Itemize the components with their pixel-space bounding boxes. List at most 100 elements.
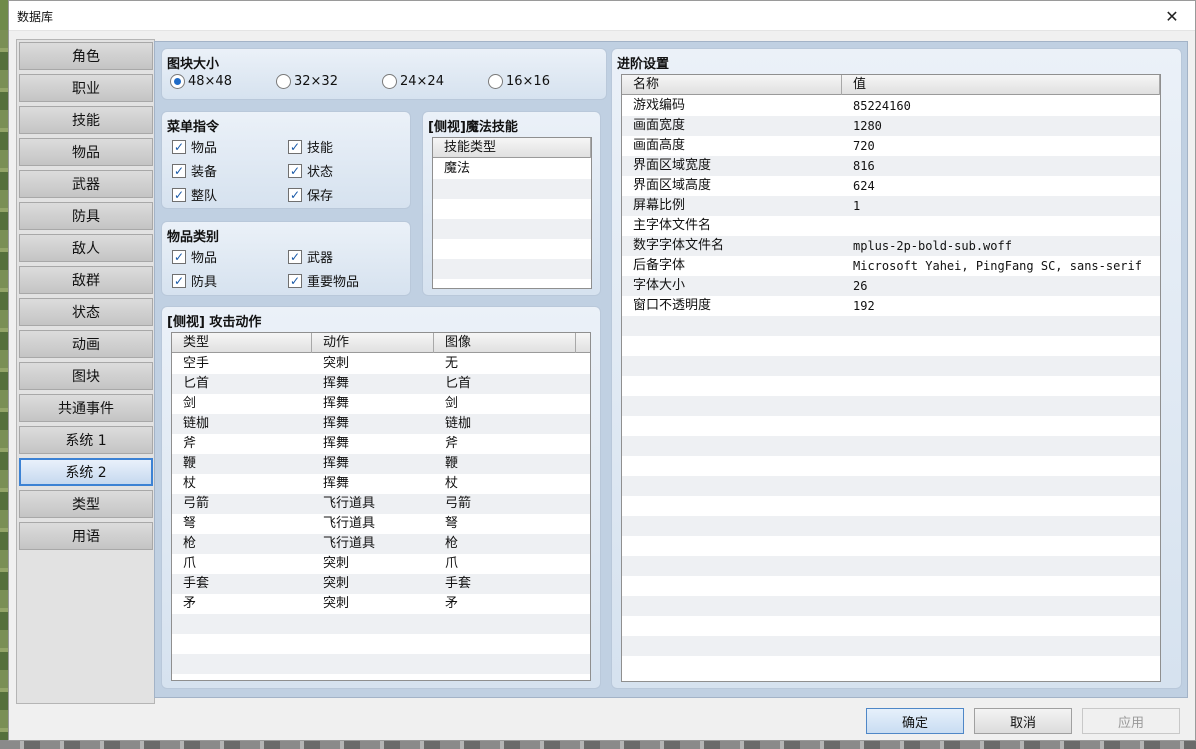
cancel-button[interactable]: 取消 [974,708,1072,734]
menu-commands-checkbox[interactable]: ✓ 装备 [172,161,217,180]
attack-motion-row[interactable]: 弩 飞行道具 弩 [172,514,590,534]
menu-commands-checkbox[interactable]: ✓ 整队 [172,185,217,204]
advanced-setting-row[interactable]: 画面高度 720 [622,136,1160,156]
tile-size-option[interactable]: 32×32 [276,74,338,89]
attack-motion-row[interactable] [172,634,590,654]
advanced-settings-table[interactable]: 名称 值 游戏编码 85224160 画面宽度 1280 画面高度 720 界面区域宽度 81… [621,74,1161,682]
image-column-header[interactable]: 图像 [434,333,576,353]
sidebar-item-6[interactable]: 敌人 [19,234,153,262]
advanced-setting-row[interactable] [622,516,1160,536]
motion-column-header[interactable]: 动作 [312,333,434,353]
magic-skills-table[interactable]: 技能类型 魔法 [432,137,592,289]
item-categories-label: 防具 [191,275,218,290]
advanced-setting-row[interactable] [622,556,1160,576]
ok-button[interactable]: 确定 [866,708,964,734]
item-categories-checkbox[interactable]: ✓ 物品 [172,247,217,266]
advanced-setting-row[interactable] [622,436,1160,456]
attack-motion-row[interactable]: 弓箭 飞行道具 弓箭 [172,494,590,514]
sidebar-item-12[interactable]: 系统 1 [19,426,153,454]
sidebar-item-9[interactable]: 动画 [19,330,153,358]
attack-motion-row[interactable] [172,674,590,680]
attack-motion-row[interactable]: 剑 挥舞 剑 [172,394,590,414]
attack-motion-row[interactable]: 枪 飞行道具 枪 [172,534,590,554]
apply-button[interactable]: 应用 [1082,708,1180,734]
item-categories-checkbox[interactable]: ✓ 防具 [172,271,217,290]
magic-skill-row[interactable] [433,259,591,279]
advanced-setting-row[interactable]: 数字字体文件名 mplus-2p-bold-sub.woff [622,236,1160,256]
advanced-setting-row[interactable] [622,636,1160,656]
advanced-setting-row[interactable]: 界面区域宽度 816 [622,156,1160,176]
advanced-setting-row[interactable] [622,616,1160,636]
attack-motion-row[interactable]: 爪 突刺 爪 [172,554,590,574]
advanced-setting-row[interactable]: 窗口不透明度 192 [622,296,1160,316]
advanced-setting-row[interactable] [622,336,1160,356]
advanced-setting-row[interactable] [622,316,1160,336]
advanced-setting-row[interactable]: 主字体文件名 [622,216,1160,236]
sidebar-item-1[interactable]: 职业 [19,74,153,102]
advanced-setting-row[interactable]: 后备字体 Microsoft Yahei, PingFang SC, sans-s… [622,256,1160,276]
checkmark-icon: ✓ [288,249,302,264]
sidebar-item-4[interactable]: 武器 [19,170,153,198]
menu-commands-checkbox[interactable]: ✓ 保存 [288,185,333,204]
attack-motion-row[interactable] [172,614,590,634]
item-categories-checkbox[interactable]: ✓ 武器 [288,247,333,266]
sidebar-item-5[interactable]: 防具 [19,202,153,230]
advanced-settings-panel: 进阶设置 名称 值 游戏编码 85224160 画面宽度 1280 画面高度 720 界面区… [611,48,1182,689]
tile-size-option[interactable]: 48×48 [170,74,232,89]
tile-size-option[interactable]: 16×16 [488,74,550,89]
name-column-header[interactable]: 名称 [622,75,842,95]
menu-commands-checkbox[interactable]: ✓ 物品 [172,137,217,156]
sidebar-item-3[interactable]: 物品 [19,138,153,166]
advanced-setting-row[interactable] [622,376,1160,396]
advanced-setting-row[interactable] [622,576,1160,596]
advanced-setting-row[interactable]: 画面宽度 1280 [622,116,1160,136]
attack-motion-row[interactable]: 空手 突刺 无 [172,354,590,374]
magic-skill-row[interactable] [433,239,591,259]
advanced-setting-row[interactable]: 屏幕比例 1 [622,196,1160,216]
advanced-setting-row[interactable] [622,476,1160,496]
sidebar-item-14[interactable]: 类型 [19,490,153,518]
attack-motion-row[interactable]: 矛 突刺 矛 [172,594,590,614]
advanced-setting-row[interactable] [622,356,1160,376]
attack-motion-row[interactable]: 杖 挥舞 杖 [172,474,590,494]
sidebar-item-10[interactable]: 图块 [19,362,153,390]
sidebar-item-7[interactable]: 敌群 [19,266,153,294]
attack-motion-row[interactable]: 鞭 挥舞 鞭 [172,454,590,474]
magic-skill-row[interactable]: 魔法 [433,159,591,179]
advanced-setting-row[interactable] [622,536,1160,556]
sidebar-item-2[interactable]: 技能 [19,106,153,134]
sidebar-item-8[interactable]: 状态 [19,298,153,326]
tile-size-option[interactable]: 24×24 [382,74,444,89]
attack-motion-row[interactable]: 手套 突刺 手套 [172,574,590,594]
magic-skill-row[interactable] [433,219,591,239]
advanced-setting-row[interactable]: 游戏编码 85224160 [622,96,1160,116]
advanced-setting-row[interactable]: 界面区域高度 624 [622,176,1160,196]
advanced-setting-row[interactable] [622,596,1160,616]
sidebar-item-0[interactable]: 角色 [19,42,153,70]
attack-motions-table[interactable]: 类型 动作 图像 空手 突刺无匕首 挥舞 匕首剑挥舞剑链枷 挥舞 链枷斧挥舞斧鞭挥舞鞭杖挥… [171,332,591,681]
sidebar-item-11[interactable]: 共通事件 [19,394,153,422]
type-column-header[interactable]: 类型 [172,333,312,353]
magic-skill-row[interactable] [433,279,591,288]
value-column-header[interactable]: 值 [842,75,1160,95]
advanced-setting-row[interactable] [622,656,1160,676]
menu-commands-checkbox[interactable]: ✓ 技能 [288,137,333,156]
attack-motion-row[interactable] [172,654,590,674]
attack-motion-row[interactable]: 匕首 挥舞 匕首 [172,374,590,394]
menu-commands-checkbox[interactable]: ✓ 状态 [288,161,333,180]
advanced-setting-row[interactable] [622,496,1160,516]
advanced-setting-row[interactable]: 字体大小 26 [622,276,1160,296]
advanced-setting-row[interactable] [622,416,1160,436]
attack-motion-row[interactable]: 链枷 挥舞 链枷 [172,414,590,434]
advanced-setting-row[interactable] [622,456,1160,476]
magic-skill-row[interactable] [433,199,591,219]
skill-type-header[interactable]: 技能类型 [433,138,591,158]
advanced-setting-row[interactable] [622,396,1160,416]
sidebar-item-13[interactable]: 系统 2 [19,458,153,486]
item-categories-checkbox[interactable]: ✓ 重要物品 [288,271,359,290]
attack-motion-row[interactable]: 斧 挥舞 斧 [172,434,590,454]
close-icon[interactable]: ✕ [1149,1,1195,31]
type-cell: 弩 [183,516,197,531]
sidebar-item-15[interactable]: 用语 [19,522,153,550]
magic-skill-row[interactable] [433,179,591,199]
